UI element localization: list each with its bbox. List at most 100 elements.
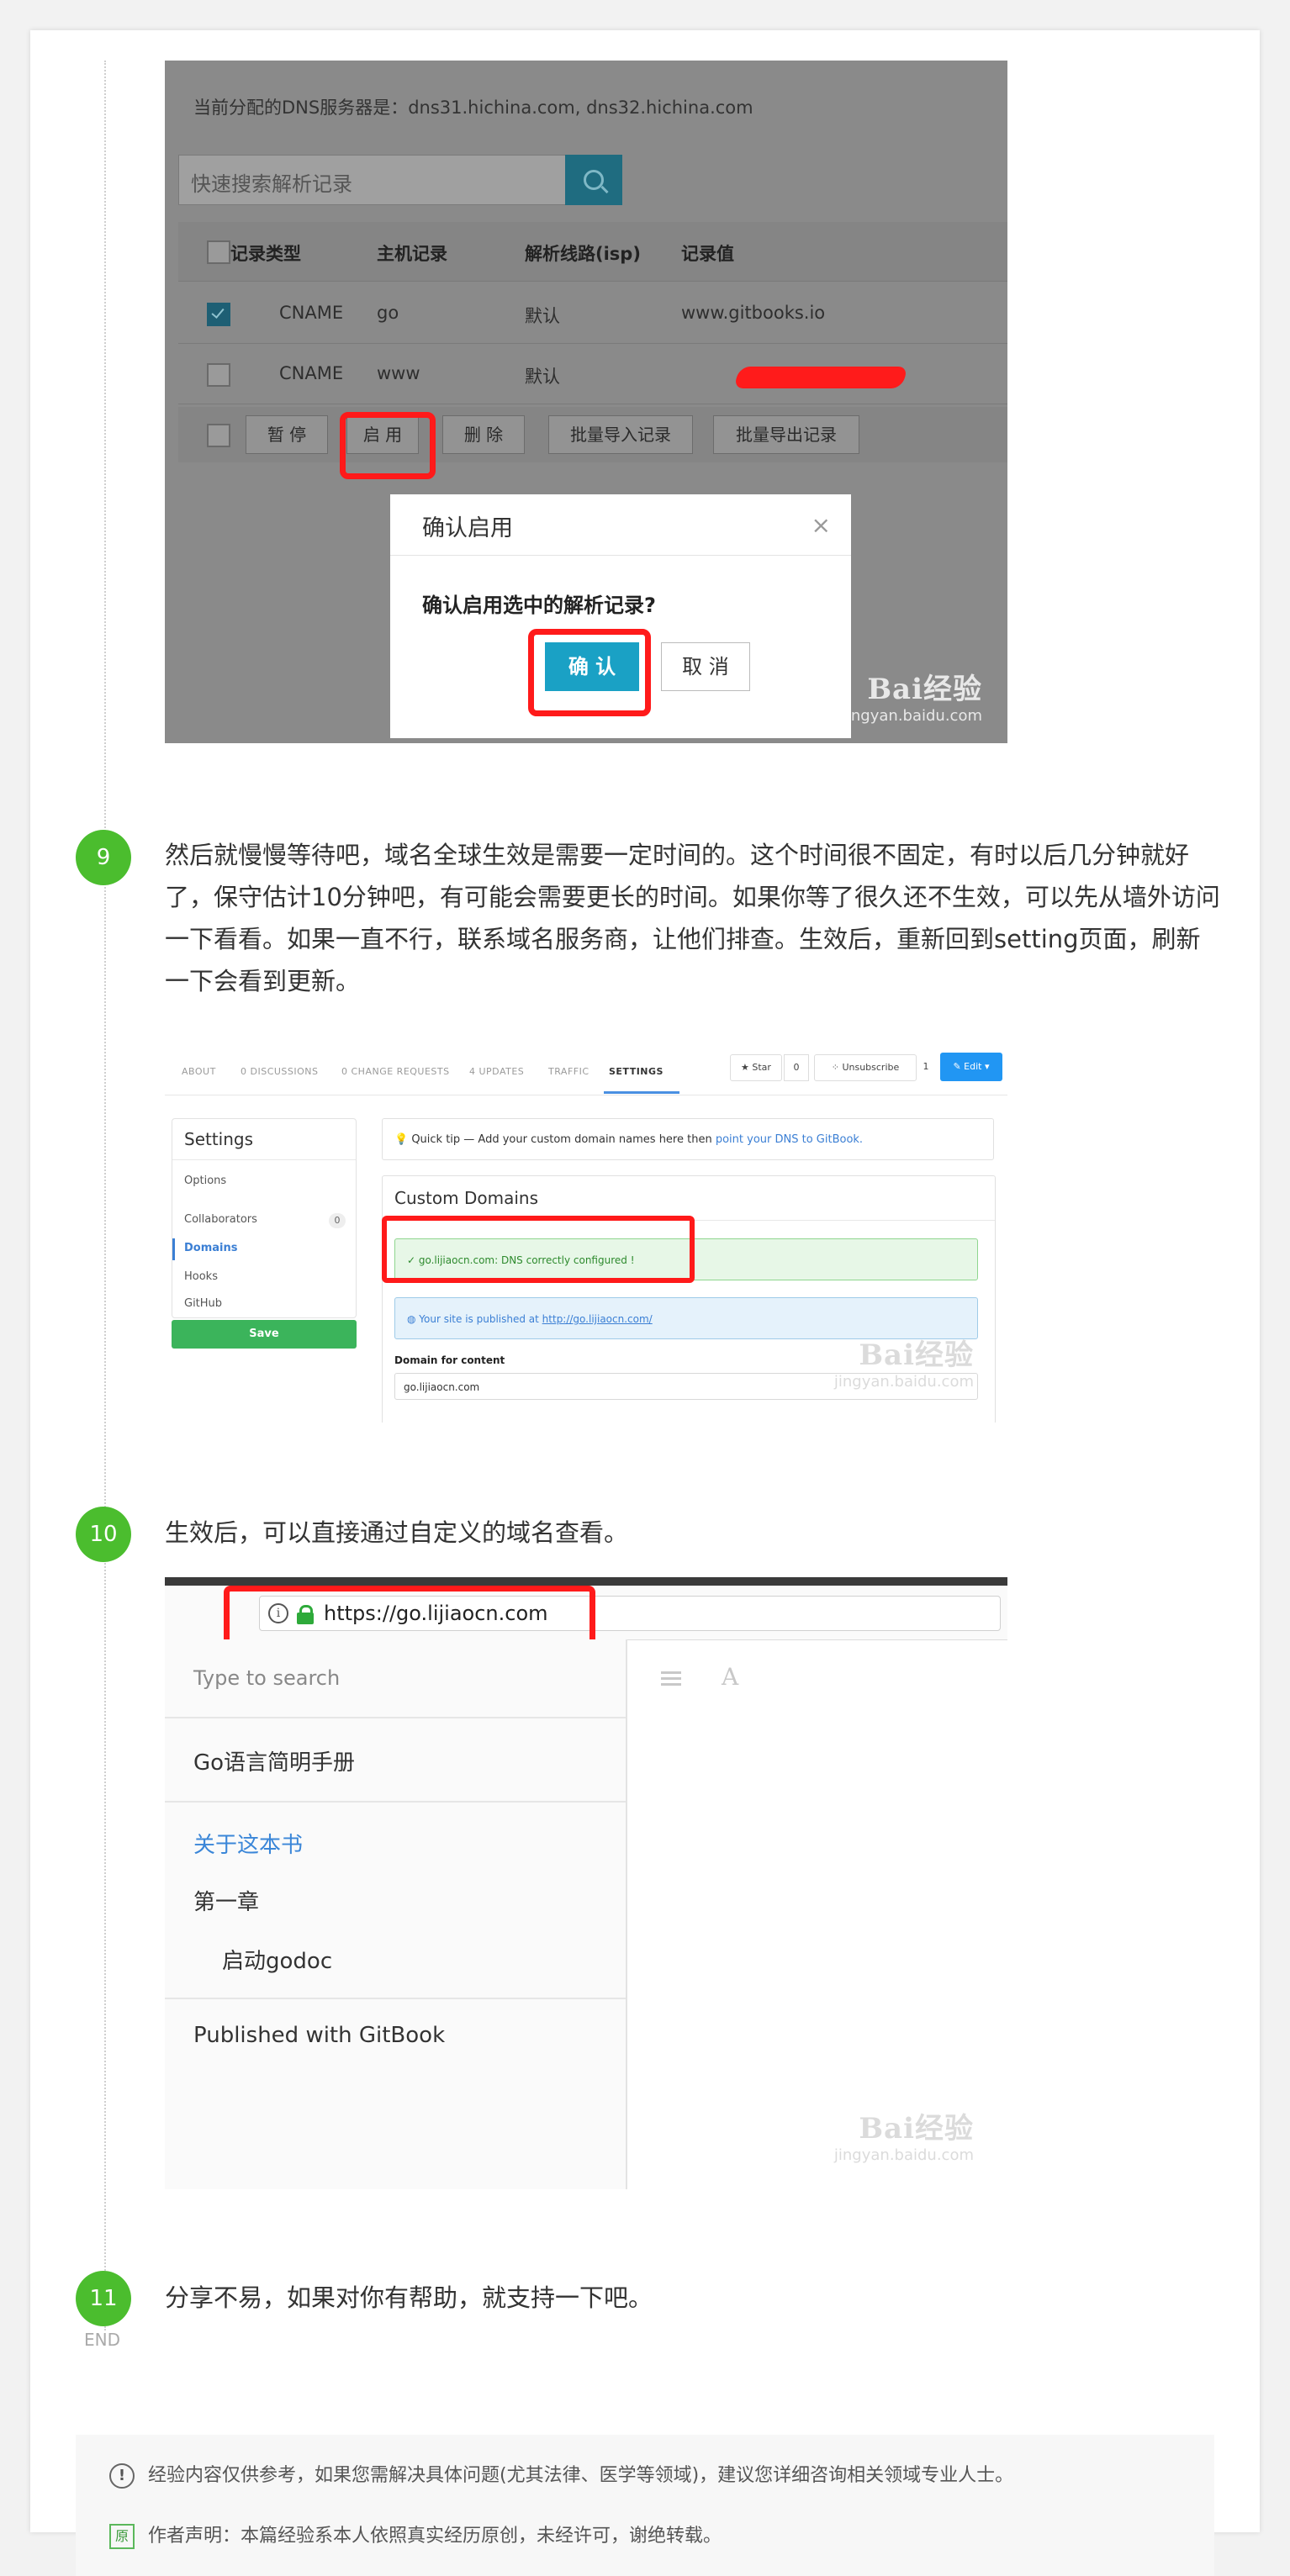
tip-link: point your DNS to GitBook. [715, 1133, 864, 1146]
record-value: www.gitbooks.io [681, 303, 826, 323]
star-button: ★ Star [730, 1054, 782, 1081]
step-timeline [104, 61, 106, 2331]
nav-about: ABOUT [182, 1066, 216, 1077]
settings-sidebar: Settings Options Collaborators 0 Domains… [172, 1118, 357, 1318]
redacted-value-scribble [732, 367, 909, 388]
baidu-watermark: Bai经验 jingyan.baidu.com [843, 666, 982, 725]
nav-discussions: 0 DISCUSSIONS [241, 1066, 319, 1077]
step-number-badge: 11 [76, 2271, 131, 2326]
search-icon [565, 155, 622, 205]
search-placeholder: 快速搜索解析记录 [191, 172, 352, 196]
baidu-watermark: Bai经验 jingyan.baidu.com [834, 2105, 974, 2164]
toc-item-section: 启动godoc [222, 1949, 333, 1974]
sidebar-item-github: GitHub [184, 1297, 223, 1310]
toc-item-chapter: 第一章 [193, 1890, 260, 1915]
disclaimer-notice: ! 经验内容仅供参考，如果您需解决具体问题(尤其法律、医学等领域)，建议您详细咨询… [109, 2460, 1013, 2489]
watermark-brand: Bai经验 [859, 1338, 974, 1372]
dns-records-screenshot: 当前分配的DNS服务器是：dns31.hichina.com, dns32.hi… [165, 61, 1007, 743]
info-text: ◍ Your site is published at [407, 1313, 542, 1325]
font-settings-icon: A [722, 1663, 739, 1691]
active-item-indicator [172, 1238, 175, 1260]
pause-button: 暂 停 [246, 415, 328, 454]
select-all-checkbox [207, 240, 230, 264]
confirm-highlight-box [528, 629, 651, 716]
step-number-badge: 9 [76, 830, 131, 885]
edit-button: ✎ Edit ▾ [940, 1053, 1002, 1081]
watermark-site: jingyan.baidu.com [842, 707, 982, 725]
column-header: 记录类型 [230, 244, 301, 264]
nav-updates: 4 UPDATES [469, 1066, 525, 1077]
record-line: 默认 [525, 367, 560, 387]
close-icon: × [811, 511, 831, 539]
dialog-title: 确认启用 [422, 515, 513, 541]
unsubscribe-button: ⁘ Unsubscribe [814, 1054, 917, 1081]
active-tab-underline [604, 1091, 679, 1094]
published-link: http://go.lijiaocn.com/ [542, 1313, 653, 1325]
sidebar-item-hooks: Hooks [184, 1270, 218, 1283]
watermark-brand: Bai经验 [859, 2112, 974, 2146]
step-text: 然后就慢慢等待吧，域名全球生效是需要一定时间的。这个时间很不固定，有时以后几分钟… [165, 841, 1220, 995]
baidu-watermark: Bai经验 jingyan.baidu.com [834, 1332, 974, 1391]
step-text: 分享不易，如果对你有帮助，就支持一下吧。 [165, 2283, 653, 2312]
record-type: CNAME [279, 363, 344, 383]
unsubscribe-count: 1 [923, 1061, 929, 1072]
original-icon: 原 [109, 2524, 135, 2549]
tip-text: 💡 Quick tip — Add your custom domain nam… [394, 1133, 716, 1146]
book-search-placeholder: Type to search [193, 1666, 341, 1690]
sidebar-item-options: Options [184, 1175, 227, 1187]
author-statement: 原作者声明：本篇经验系本人依照真实经历原创，未经许可，谢绝转载。 [109, 2521, 722, 2549]
disclaimer-box: ! 经验内容仅供参考，如果您需解决具体问题(尤其法律、医学等领域)，建议您详细咨询… [76, 2435, 1214, 2576]
save-button: Save [172, 1320, 357, 1349]
author-text: 作者声明：本篇经验系本人依照真实经历原创，未经许可，谢绝转载。 [148, 2526, 722, 2547]
article-page: 当前分配的DNS服务器是：dns31.hichina.com, dns32.hi… [30, 30, 1260, 2576]
column-header: 记录值 [681, 244, 734, 264]
record-host: www [377, 363, 420, 383]
toc-item-about: 关于这本书 [193, 1833, 304, 1858]
row-checkbox-checked [207, 303, 230, 326]
records-table-header: 记录类型 主机记录 解析线路(isp) 记录值 [178, 222, 1007, 282]
success-highlight-box [382, 1216, 695, 1283]
sidebar-item-domains: Domains [184, 1242, 238, 1254]
quick-tip: 💡 Quick tip — Add your custom domain nam… [382, 1118, 994, 1160]
book-nav: ABOUT 0 DISCUSSIONS 0 CHANGE REQUESTS 4 … [165, 1048, 1007, 1095]
star-count: 0 [784, 1054, 809, 1081]
published-with-gitbook: Published with GitBook [193, 2023, 446, 2048]
record-type: CNAME [279, 303, 344, 323]
book-summary-panel: Type to search Go语言简明手册 关于这本书 第一章 启动godo… [165, 1639, 627, 2189]
step-number-badge: 10 [76, 1507, 131, 1562]
column-header: 解析线路(isp) [525, 244, 641, 264]
book-title: Go语言简明手册 [193, 1750, 356, 1776]
record-search-input: 快速搜索解析记录 [178, 155, 568, 205]
dns-server-info: 当前分配的DNS服务器是：dns31.hichina.com, dns32.hi… [193, 98, 753, 118]
end-label: END [84, 2330, 120, 2350]
nav-change-requests: 0 CHANGE REQUESTS [341, 1066, 450, 1077]
bulk-checkbox [207, 424, 230, 447]
nav-settings: SETTINGS [609, 1066, 664, 1077]
table-row: CNAME go 默认 www.gitbooks.io [178, 284, 1007, 344]
gitbook-site-screenshot: i https://go.lijiaocn.com Type to search… [165, 1577, 1007, 2189]
table-row: CNAME www 默认 [178, 345, 1007, 404]
gitbook-settings-screenshot: ABOUT 0 DISCUSSIONS 0 CHANGE REQUESTS 4 … [165, 1048, 1007, 1423]
menu-icon [661, 1671, 681, 1687]
bulk-export-button: 批量导出记录 [713, 415, 859, 454]
row-checkbox [207, 363, 230, 387]
collaborators-count: 0 [329, 1213, 346, 1228]
sidebar-title: Settings [184, 1129, 254, 1149]
bulk-actions-bar: 暂 停 启 用 删 除 批量导入记录 批量导出记录 [178, 407, 1007, 462]
notice-text: 经验内容仅供参考，如果您需解决具体问题(尤其法律、医学等领域)，建议您详细咨询相… [148, 2465, 1014, 2486]
sidebar-item-collaborators: Collaborators [184, 1213, 257, 1226]
bulk-import-button: 批量导入记录 [548, 415, 693, 454]
watermark-brand: Bai经验 [867, 673, 982, 706]
cancel-button: 取 消 [661, 642, 750, 691]
step-text: 生效后，可以直接通过自定义的域名查看。 [165, 1518, 629, 1547]
domain-field-label: Domain for content [394, 1354, 505, 1366]
nav-traffic: TRAFFIC [548, 1066, 589, 1077]
watermark-site: jingyan.baidu.com [833, 2146, 974, 2164]
column-header: 主机记录 [377, 244, 447, 264]
record-line: 默认 [525, 306, 560, 326]
delete-button: 删 除 [442, 415, 525, 454]
dialog-message: 确认启用选中的解析记录? [422, 594, 656, 617]
watermark-site: jingyan.baidu.com [833, 1373, 974, 1391]
enable-highlight-box [340, 412, 436, 479]
panel-title: Custom Domains [394, 1188, 539, 1208]
